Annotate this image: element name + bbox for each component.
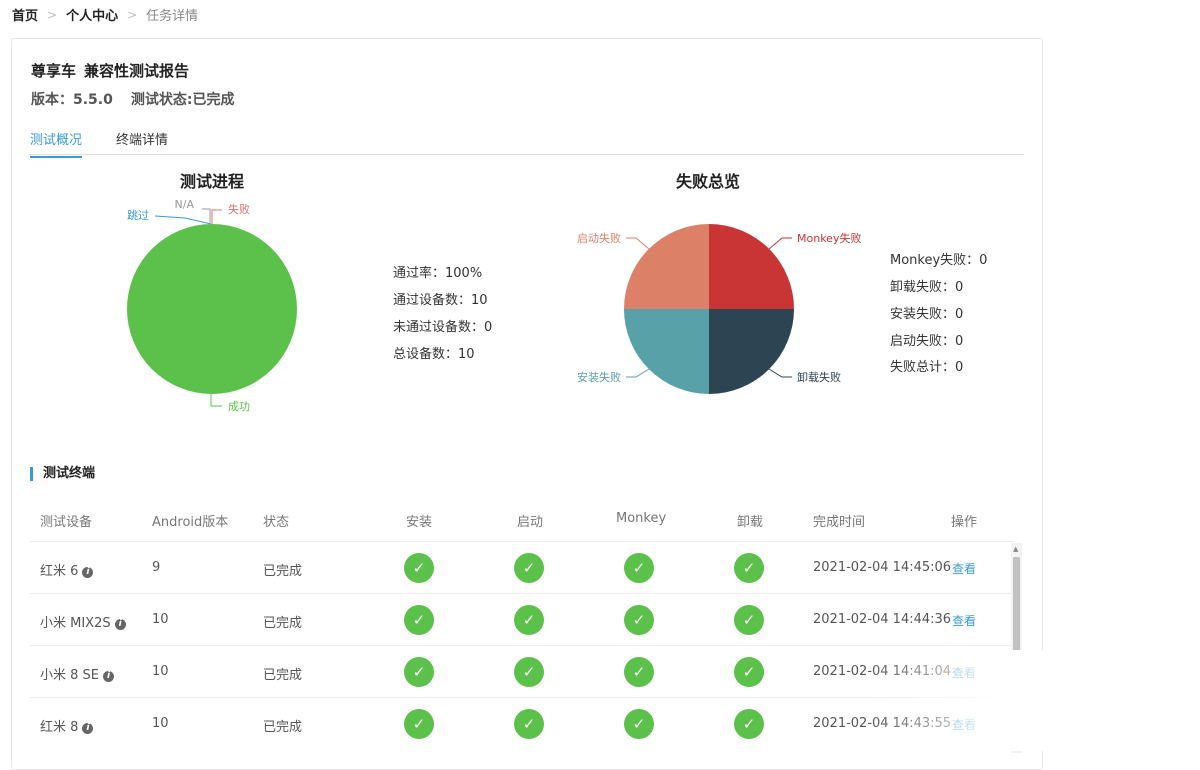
- pie-label-2: 跳过: [127, 208, 149, 222]
- check-icon: ✓: [514, 553, 544, 583]
- check-icon: ✓: [514, 709, 544, 739]
- table-row: 小米 MIX2S i 10 已完成 ✓ ✓ ✓ ✓ 2021-02-04 14:4…: [30, 593, 1014, 646]
- device-name: 小米 MIX2S: [40, 616, 111, 631]
- th-install: 安装: [406, 515, 433, 530]
- pie-label-line: [768, 368, 792, 378]
- info-icon[interactable]: i: [114, 619, 126, 630]
- finish-time-cell: 2021-02-04 14:44:36: [813, 612, 952, 627]
- uninstall-failure-stat: 卸载失败：0: [890, 280, 964, 295]
- check-icon: ✓: [404, 657, 434, 687]
- view-link[interactable]: 查看: [952, 560, 976, 577]
- check-icon: ✓: [404, 553, 434, 583]
- pie-label-1: 成功: [228, 400, 250, 413]
- status-cell: 已完成: [263, 720, 303, 735]
- th-launch: 启动: [517, 515, 544, 530]
- table-row: 小米 8 SEi 10 已完成 ✓ ✓ ✓ ✓ 2021-02-04 14:41…: [30, 645, 1014, 698]
- section-title: 测试终端: [30, 467, 95, 481]
- table-header: 测试设备 Android版本 状态 安装 启动 Monkey 卸载 完成时间 操…: [30, 501, 1024, 541]
- pie-slice-1: [127, 224, 297, 394]
- edge-fade-overlay: [870, 650, 1070, 751]
- total-failure-stat: 失败总计：0: [890, 360, 964, 375]
- pie-slice-4: [624, 224, 709, 309]
- view-link[interactable]: 查看: [952, 612, 976, 629]
- info-icon[interactable]: i: [82, 723, 94, 734]
- check-icon: ✓: [404, 709, 434, 739]
- status-cell: 已完成: [263, 564, 303, 579]
- check-icon: ✓: [734, 709, 764, 739]
- breadcrumb-personal-center[interactable]: 个人中心: [66, 5, 118, 24]
- check-icon: ✓: [624, 709, 654, 739]
- pie-label-line: [768, 237, 792, 250]
- table-row: 红米 6i 9 已完成 ✓ ✓ ✓ ✓ 2021-02-04 14:45:06 …: [30, 541, 1014, 594]
- chevron-right-icon: >: [127, 7, 138, 22]
- pie-label-2: 卸载失败: [797, 370, 841, 384]
- check-icon: ✓: [734, 605, 764, 635]
- pie-label-4: 失败: [228, 202, 250, 216]
- device-name: 小米 8 SE: [40, 668, 100, 683]
- check-icon: ✓: [624, 605, 654, 635]
- total-devices-stat: 总设备数：10: [393, 347, 475, 362]
- pie-slice-3: [624, 309, 709, 394]
- pie-label-3: N/A: [175, 198, 195, 211]
- device-name: 红米 6: [40, 564, 79, 579]
- pie-label-1: Monkey失败: [797, 231, 861, 245]
- pie-label-line: [626, 237, 650, 250]
- chevron-right-icon: >: [47, 7, 58, 22]
- check-icon: ✓: [734, 553, 764, 583]
- pie-slice-2: [709, 309, 794, 394]
- th-action: 操作: [951, 515, 978, 530]
- failure-pie-chart: Monkey失败卸载失败 安装失败 启动失败: [577, 224, 861, 394]
- check-icon: ✓: [514, 657, 544, 687]
- device-name: 红米 8: [40, 720, 79, 735]
- launch-failure-stat: 启动失败：0: [890, 334, 964, 349]
- status-cell: 已完成: [263, 668, 303, 683]
- th-finish-time: 完成时间: [813, 515, 866, 530]
- android-version-cell: 9: [152, 560, 161, 575]
- th-status: 状态: [263, 515, 290, 530]
- check-icon: ✓: [624, 553, 654, 583]
- android-version-cell: 10: [152, 612, 169, 627]
- breadcrumb-current: 任务详情: [146, 9, 199, 24]
- th-device: 测试设备: [40, 515, 93, 530]
- android-version-cell: 10: [152, 716, 169, 731]
- pie-label-4: 启动失败: [577, 231, 621, 245]
- device-cell: 小米 MIX2S i: [40, 612, 126, 631]
- device-cell: 红米 8i: [40, 716, 94, 735]
- check-icon: ✓: [734, 657, 764, 687]
- monkey-failure-stat: Monkey失败：0: [890, 253, 988, 268]
- info-icon[interactable]: i: [82, 567, 94, 578]
- passed-devices-stat: 通过设备数：10: [393, 293, 488, 308]
- pie-slice-1: [709, 224, 794, 309]
- check-icon: ✓: [404, 605, 434, 635]
- pie-label-line: [210, 394, 222, 407]
- pie-label-line: [211, 209, 222, 224]
- device-cell: 小米 8 SE i: [40, 664, 115, 683]
- check-icon: ✓: [624, 657, 654, 687]
- android-version-cell: 10: [152, 664, 169, 679]
- device-cell: 红米 6i: [40, 560, 94, 579]
- failed-devices-stat: 未通过设备数：0: [393, 320, 493, 335]
- install-failure-stat: 安装失败：0: [890, 307, 964, 322]
- breadcrumb-home[interactable]: 首页: [12, 5, 38, 24]
- th-monkey: Monkey: [616, 511, 667, 526]
- pass-rate-stat: 通过率：100%: [393, 266, 483, 281]
- status-cell: 已完成: [263, 616, 303, 631]
- pie-label-line: [626, 368, 650, 378]
- check-icon: ✓: [514, 605, 544, 635]
- pie-label-line: [154, 215, 212, 225]
- th-android: Android版本: [152, 515, 229, 530]
- info-icon[interactable]: i: [103, 671, 115, 682]
- breadcrumb: 首页 > 个人中心 > 任务详情: [12, 5, 199, 25]
- scroll-up-arrow-icon[interactable]: ▲: [1013, 545, 1018, 553]
- finish-time-cell: 2021-02-04 14:45:06: [813, 560, 952, 575]
- table-row: 红米 8i 10 已完成 ✓ ✓ ✓ ✓ 2021-02-04 14:43:55…: [30, 697, 1014, 750]
- pie-label-3: 安装失败: [577, 370, 621, 384]
- th-uninstall: 卸载: [737, 515, 764, 530]
- progress-pie-chart: 成功 跳过 N/A 失败: [127, 198, 297, 413]
- charts-canvas: 成功 跳过 N/A 失败 Monkey失败卸载失败 安装失败 启动失败: [127, 198, 861, 413]
